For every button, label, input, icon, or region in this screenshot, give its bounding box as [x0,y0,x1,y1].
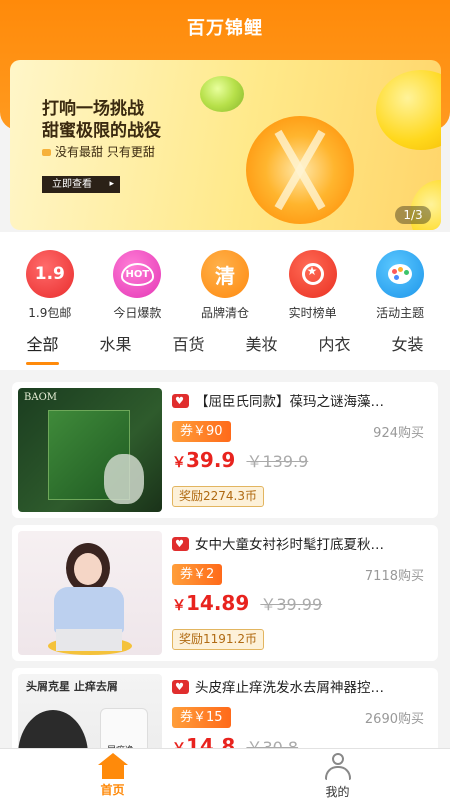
skirt-image [56,629,122,651]
original-price: ￥39.99 [260,595,323,614]
tmall-icon [172,535,189,555]
tmall-icon [172,678,189,698]
reward-badge: 奖励1191.2币 [172,629,264,650]
banner-cta-button[interactable]: 立即查看 [42,176,120,193]
profile-icon [323,753,353,781]
current-price: ￥39.9 [172,448,236,472]
product-card[interactable]: 女中大童女衬衫时髦打底夏秋… 券￥2 7118购买 ￥14.89 ￥39.99 … [12,525,438,661]
tab-general-goods[interactable]: 百货 [172,331,204,361]
current-price: ￥14.89 [172,591,250,615]
tab-womens-wear[interactable]: 女装 [391,331,423,361]
medal-icon [288,250,337,298]
nav-profile-label: 我的 [325,785,350,799]
product-title: 头皮痒止痒洗发水去屑神器控… [172,678,424,698]
sales-count: 7118购买 [364,569,424,584]
quick-entry-1-9[interactable]: 1.9 1.9包邮 [13,250,87,322]
product-thumbnail: BAOM [18,388,162,512]
original-price: ￥139.9 [246,452,309,471]
clearance-icon: 清 [200,250,249,298]
sales-count: 2690购买 [364,712,424,727]
tmall-icon [172,392,189,412]
bottom-nav: 首页 我的 [0,748,450,800]
coupon-badge[interactable]: 券￥90 [172,421,231,442]
girl-face-image [74,553,102,585]
shirt-image [54,587,124,633]
coupon-badge[interactable]: 券￥15 [172,707,231,728]
quick-entry-themes[interactable]: 活动主题 [363,250,437,322]
product-thumbnail-brand: BAOM [24,392,58,403]
quick-entry-grid: 1.9 1.9包邮 HOT 今日爆款 清 品牌清仓 实时榜单 活动主题 [0,232,450,322]
lemon-image [376,70,441,150]
product-card[interactable]: BAOM 【屈臣氏同款】葆玛之谜海藻… 券￥90 924购买 ￥39.9 ￥13… [12,382,438,518]
promo-banner[interactable]: 打响一场挑战 甜蜜极限的战役 没有最甜 只有更甜 立即查看 1/3 [10,60,441,230]
slogan-bullet-icon [42,149,51,156]
tab-beauty[interactable]: 美妆 [245,331,277,361]
product-title: 女中大童女衬衫时髦打底夏秋… [172,535,424,555]
quick-entry-ranking[interactable]: 实时榜单 [276,250,350,322]
quick-entry-label: 活动主题 [376,306,425,320]
quick-entry-label: 品牌清仓 [200,306,249,320]
quick-entry-label: 实时榜单 [288,306,337,320]
quick-entry-label: 1.9包邮 [28,306,72,320]
hot-icon: HOT [113,250,162,298]
nav-home-label: 首页 [100,783,125,797]
nav-profile[interactable]: 我的 [225,749,450,800]
quick-entry-clearance[interactable]: 清 品牌清仓 [188,250,262,322]
banner-slogan: 没有最甜 只有更甜 [42,143,155,160]
page-title: 百万锦鲤 [187,18,263,39]
palette-icon [376,250,425,298]
home-icon [97,753,128,779]
banner-pager: 1/3 [395,206,431,224]
tab-all[interactable]: 全部 [26,331,59,365]
quick-entry-label: 今日爆款 [113,306,162,320]
coupon-badge[interactable]: 券￥2 [172,564,223,585]
product-thumbnail-caption: 头屑克星 止痒去屑 [26,680,118,693]
orange-slice-image [246,116,354,224]
tab-fruit[interactable]: 水果 [99,331,131,361]
price-badge-icon: 1.9 [25,250,74,298]
banner-headline: 打响一场挑战 甜蜜极限的战役 [42,99,161,141]
product-title: 【屈臣氏同款】葆玛之谜海藻… [172,392,424,412]
nav-home[interactable]: 首页 [0,749,225,800]
face-mask-image [104,454,144,504]
product-thumbnail [18,531,162,655]
lime-image [200,76,244,112]
sales-count: 924购买 [373,426,424,441]
reward-badge: 奖励2274.3币 [172,486,264,507]
tab-underwear[interactable]: 内衣 [318,331,350,361]
quick-entry-hot[interactable]: HOT 今日爆款 [100,250,174,322]
category-tabs: 全部 水果 百货 美妆 内衣 女装 [0,322,450,370]
